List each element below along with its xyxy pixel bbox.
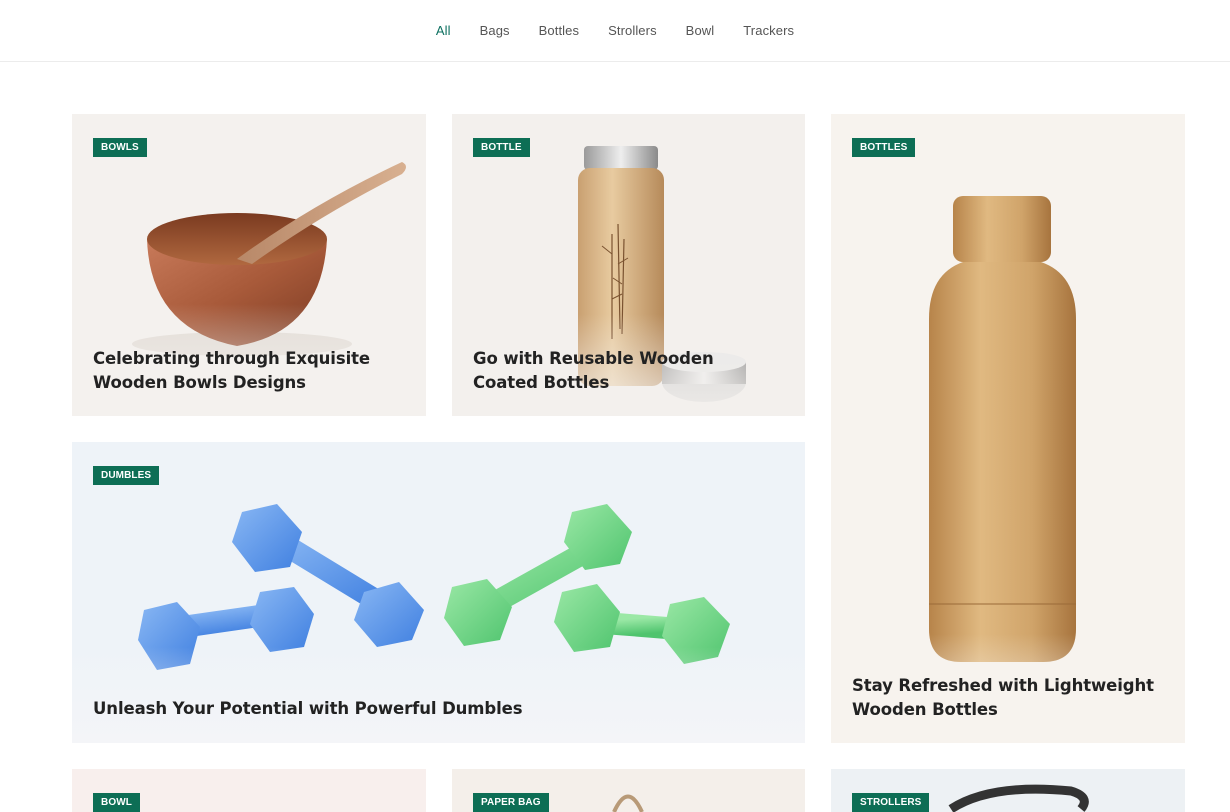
filter-bags[interactable]: Bags bbox=[465, 0, 524, 62]
card-title: Go with Reusable Wooden Coated Bottles bbox=[473, 349, 714, 392]
category-badge: BOWLS bbox=[93, 138, 147, 157]
card-strollers[interactable]: STROLLERS bbox=[831, 769, 1185, 812]
category-badge: STROLLERS bbox=[852, 793, 930, 812]
card-paper-bag[interactable]: PAPER BAG bbox=[452, 769, 805, 812]
category-badge: BOWL bbox=[93, 793, 140, 812]
category-badge: BOTTLES bbox=[852, 138, 916, 157]
category-badge: DUMBLES bbox=[93, 466, 160, 485]
filter-all[interactable]: All bbox=[421, 0, 465, 62]
filter-trackers[interactable]: Trackers bbox=[729, 0, 809, 62]
filter-bowl[interactable]: Bowl bbox=[671, 0, 729, 62]
wooden-bottle-image bbox=[831, 196, 1185, 743]
card-title: Unleash Your Potential with Powerful Dum… bbox=[93, 699, 523, 718]
filter-bottles[interactable]: Bottles bbox=[524, 0, 593, 62]
category-badge: BOTTLE bbox=[473, 138, 530, 157]
card-lightweight-wooden-bottles[interactable]: BOTTLES Stay Refreshed with Lightweight … bbox=[831, 114, 1185, 743]
card-title: Celebrating through Exquisite Wooden Bow… bbox=[93, 349, 371, 392]
card-wooden-coated-bottles[interactable]: BOTTLE Go with Reusable Wooden Coated Bo… bbox=[452, 114, 805, 416]
card-title: Stay Refreshed with Lightweight Wooden B… bbox=[852, 676, 1154, 719]
filter-strollers[interactable]: Strollers bbox=[594, 0, 672, 62]
card-wooden-bowls[interactable]: BOWLS Celebrating through Exquisite Wood… bbox=[72, 114, 426, 416]
card-dumbles[interactable]: DUMBLES Unleash Your Potential with Powe… bbox=[72, 442, 805, 743]
card-bowl[interactable]: BOWL bbox=[72, 769, 426, 812]
category-filter-list: All Bags Bottles Strollers Bowl Trackers bbox=[0, 0, 1230, 62]
category-badge: PAPER BAG bbox=[473, 793, 549, 812]
category-filter-bar: All Bags Bottles Strollers Bowl Trackers bbox=[0, 0, 1230, 62]
